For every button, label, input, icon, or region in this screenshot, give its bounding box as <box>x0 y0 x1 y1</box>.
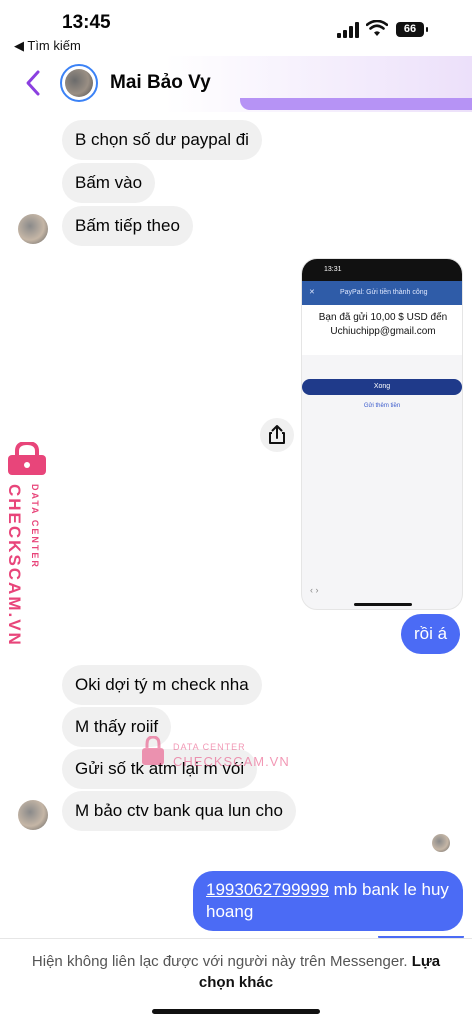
image-nav-arrows: ‹ › <box>310 585 319 595</box>
image-send-more-link: Gửi thêm tiền <box>363 403 401 409</box>
message-bubble-incoming[interactable]: Bấm vào <box>62 163 156 203</box>
watermark-checkscam: CHECKSCAM.VN DATA CENTER <box>5 484 40 647</box>
image-header-bar: ✕ PayPal: Gửi tiền thành công <box>302 281 462 305</box>
sender-avatar[interactable] <box>18 800 48 830</box>
image-message-text: Bạn đã gửi 10,00 $ USD đến Uchiuchipp@gm… <box>318 312 448 337</box>
signal-icon <box>337 22 359 38</box>
message-bubble-incoming[interactable]: Oki dợi tý m check nha <box>62 665 262 705</box>
notice-text: Hiện không liên lạc được với người này t… <box>31 953 412 970</box>
battery-icon: 66 <box>396 22 428 37</box>
seen-receipt-avatar <box>432 834 450 852</box>
back-to-search-link[interactable]: ◀ Tìm kiếm <box>14 38 81 54</box>
close-icon: ✕ <box>309 289 315 296</box>
message-bubble-outgoing[interactable]: 1993062799999 mb bank le huy hoang <box>193 871 463 931</box>
message-bubble-incoming[interactable]: M bảo ctv bank qua lun cho <box>62 791 296 831</box>
phone-number-link[interactable]: 1993062799999 <box>206 880 329 899</box>
contact-name[interactable]: Mai Bảo Vy <box>110 72 211 94</box>
home-indicator[interactable] <box>152 1009 320 1014</box>
watermark-center: DATA CENTER CHECKSCAM.VN <box>141 736 301 776</box>
image-home-indicator <box>354 603 412 606</box>
wifi-icon <box>366 20 388 36</box>
image-status-bar: 13:31 <box>302 259 462 281</box>
share-icon <box>269 425 285 444</box>
status-time: 13:45 <box>62 12 111 33</box>
message-bubble-outgoing[interactable]: rồi á <box>401 614 461 654</box>
message-bubble-incoming[interactable]: B chọn số dư paypal đi <box>62 120 262 160</box>
message-bubble-incoming[interactable]: Bấm tiếp theo <box>62 206 193 246</box>
contact-avatar[interactable] <box>60 64 98 102</box>
back-arrow-icon[interactable] <box>22 68 46 98</box>
image-done-button: Xong <box>302 379 462 395</box>
shared-image-paypal-screenshot[interactable]: 13:31 ✕ PayPal: Gửi tiền thành công Bạn … <box>301 258 463 610</box>
sender-avatar[interactable] <box>18 214 48 244</box>
share-button[interactable] <box>260 418 294 452</box>
status-bar: 13:45 ◀ Tìm kiếm 66 <box>0 0 472 56</box>
watermark-lock-icon <box>8 442 46 475</box>
previous-message-bubble-edge <box>240 98 472 110</box>
watermark-lock-icon <box>142 736 164 765</box>
